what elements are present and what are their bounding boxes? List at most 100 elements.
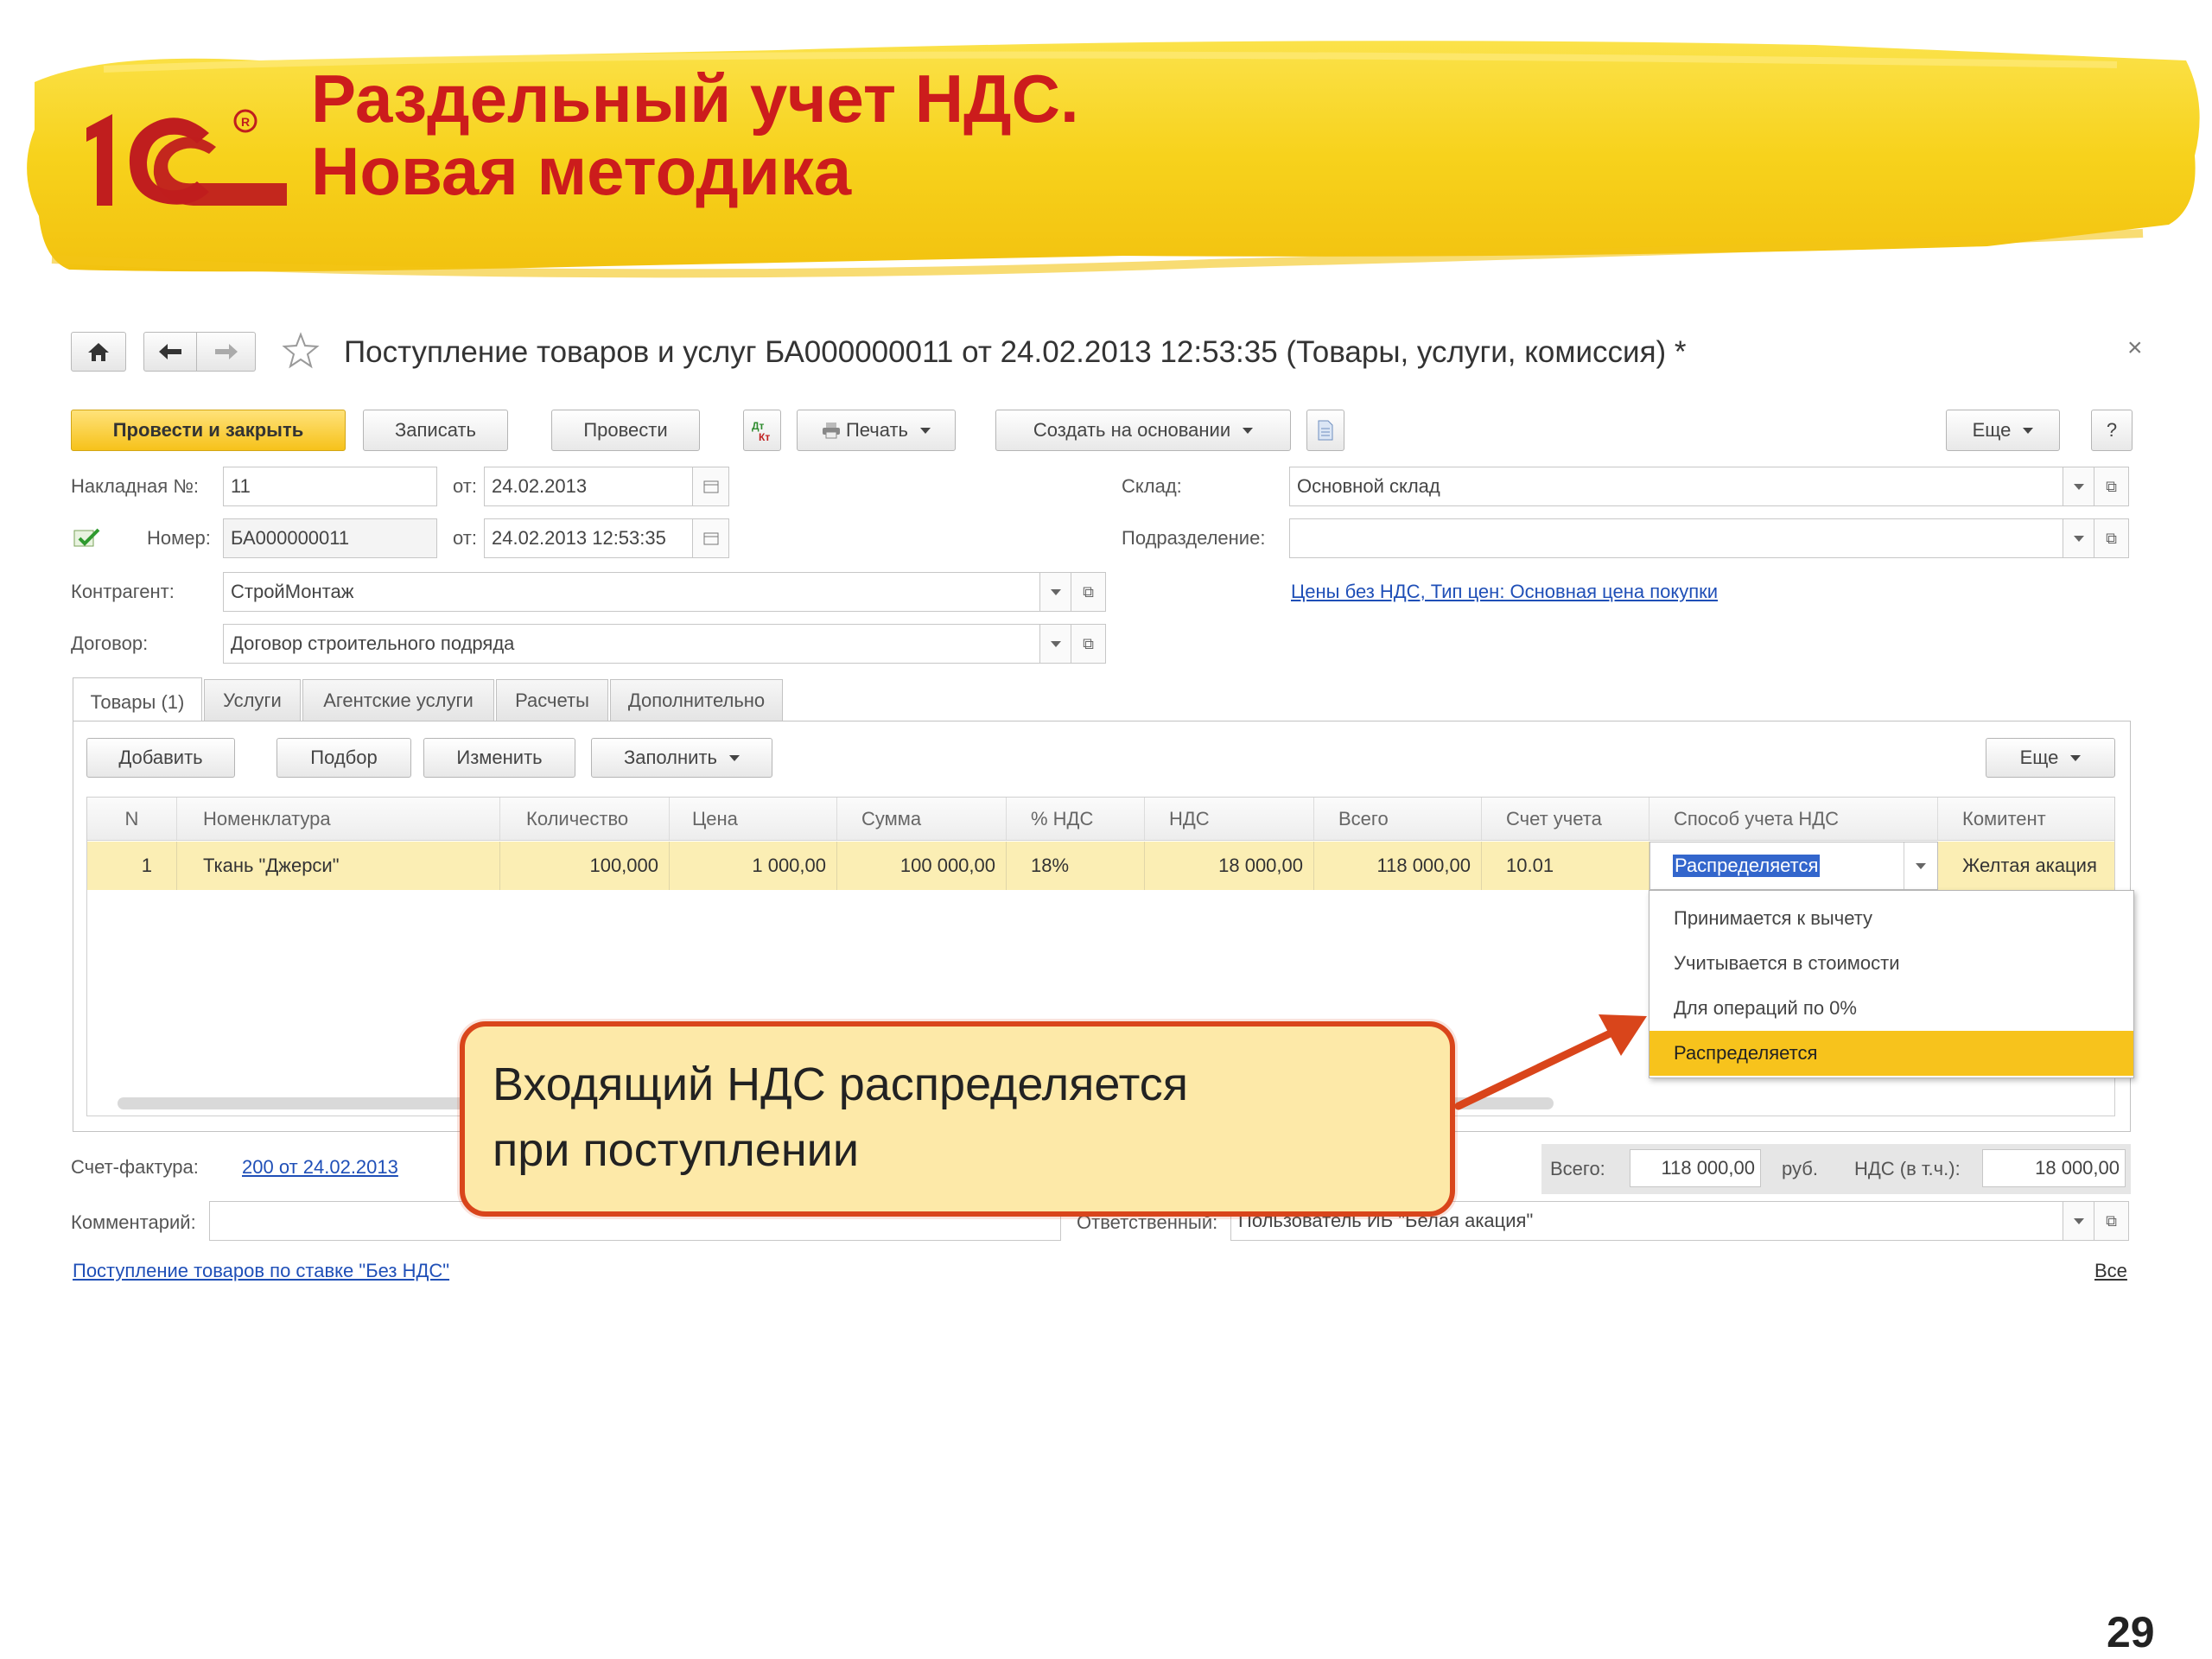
chevron-down-icon (729, 754, 740, 761)
cell-quantity[interactable]: 100,000 (500, 842, 670, 890)
column-header-vat-rate[interactable]: % НДС (1007, 798, 1145, 840)
slide-title-line1: Раздельный учет НДС. (311, 60, 1079, 137)
contract-field[interactable]: Договор строительного подряда (223, 624, 1040, 664)
total-value: 118 000,00 (1630, 1149, 1761, 1187)
page-number: 29 (2107, 1608, 2155, 1656)
column-header-account[interactable]: Счет учета (1482, 798, 1649, 840)
number-date-field[interactable]: 24.02.2013 12:53:35 (484, 518, 693, 558)
calendar-button[interactable] (693, 518, 729, 558)
calendar-icon (703, 532, 718, 545)
tab-additional[interactable]: Дополнительно (610, 679, 783, 721)
option-in-cost[interactable]: Учитывается в стоимости (1649, 941, 2133, 986)
cell-vat[interactable]: 18 000,00 (1145, 842, 1314, 890)
cell-total[interactable]: 118 000,00 (1314, 842, 1482, 890)
cell-nomenclature[interactable]: Ткань "Джерси" (177, 842, 500, 890)
contract-dropdown[interactable] (1040, 624, 1071, 664)
column-header-vat[interactable]: НДС (1145, 798, 1314, 840)
vat-method-dropdown-list: Принимается к вычету Учитывается в стоим… (1649, 890, 2134, 1078)
vat-method-dropdown-button[interactable] (1904, 842, 1937, 889)
vat-total-label: НДС (в т.ч.): (1854, 1158, 1961, 1179)
division-open[interactable]: ⧉ (2094, 518, 2129, 558)
forward-button[interactable] (197, 332, 256, 372)
more-button[interactable]: Еще (1946, 410, 2060, 451)
help-button[interactable]: ? (2091, 410, 2133, 451)
division-field[interactable] (1289, 518, 2063, 558)
warehouse-label: Склад: (1122, 475, 1182, 497)
no-vat-receipt-link[interactable]: Поступление товаров по ставке "Без НДС" (73, 1260, 449, 1282)
cell-committent[interactable]: Желтая акация (1938, 842, 2114, 890)
close-button[interactable]: × (2127, 334, 2143, 363)
tab-services[interactable]: Услуги (204, 679, 301, 721)
cell-vat-rate[interactable]: 18% (1007, 842, 1145, 890)
chevron-down-icon (2073, 535, 2084, 542)
option-distributed[interactable]: Распределяется (1649, 1031, 2133, 1076)
invoice-label: Счет-фактура: (71, 1156, 199, 1178)
more-label: Еще (1972, 419, 2012, 441)
column-header-n[interactable]: N (87, 798, 177, 840)
table-row[interactable]: 1 Ткань "Джерси" 100,000 1 000,00 100 00… (87, 842, 2114, 890)
table-more-button[interactable]: Еще (1986, 738, 2115, 778)
contract-label: Договор: (71, 632, 149, 654)
back-button[interactable] (143, 332, 197, 372)
chevron-down-icon (2023, 427, 2034, 434)
post-button[interactable]: Провести (551, 410, 700, 451)
create-based-on-button[interactable]: Создать на основании (995, 410, 1291, 451)
save-button[interactable]: Записать (363, 410, 508, 451)
vat-total-value: 18 000,00 (1982, 1149, 2126, 1187)
vat-method-selected-text[interactable]: Распределяется (1673, 855, 1821, 877)
print-button[interactable]: Печать (797, 410, 956, 451)
invoice-link[interactable]: 200 от 24.02.2013 (242, 1156, 398, 1179)
post-and-close-button[interactable]: Провести и закрыть (71, 410, 346, 451)
dt-kt-button[interactable]: Дт Кт (743, 410, 781, 451)
number-field[interactable]: БА000000011 (223, 518, 437, 558)
favorite-star-icon[interactable] (282, 332, 320, 370)
open-icon: ⧉ (2106, 529, 2117, 547)
chevron-down-icon (1050, 640, 1061, 647)
arrow-right-icon (214, 344, 238, 359)
calendar-button[interactable] (693, 467, 729, 506)
printer-icon (822, 423, 840, 439)
pick-button[interactable]: Подбор (276, 738, 411, 778)
column-header-nomenclature[interactable]: Номенклатура (177, 798, 500, 840)
counterparty-dropdown[interactable] (1040, 572, 1071, 612)
cell-sum[interactable]: 100 000,00 (837, 842, 1007, 890)
option-deductible[interactable]: Принимается к вычету (1649, 896, 2133, 941)
cell-vat-method-editor[interactable]: Распределяется (1649, 842, 1938, 890)
add-row-button[interactable]: Добавить (86, 738, 235, 778)
tab-settlements[interactable]: Расчеты (496, 679, 608, 721)
cell-n[interactable]: 1 (87, 842, 177, 890)
invoice-number-field[interactable]: 11 (223, 467, 437, 506)
column-header-vat-method[interactable]: Способ учета НДС (1649, 798, 1938, 840)
chevron-down-icon (920, 427, 931, 434)
option-zero-rate[interactable]: Для операций по 0% (1649, 986, 2133, 1031)
contract-open[interactable]: ⧉ (1071, 624, 1106, 664)
all-link[interactable]: Все (2094, 1260, 2127, 1282)
column-header-total[interactable]: Всего (1314, 798, 1482, 840)
responsible-dropdown[interactable] (2063, 1201, 2094, 1241)
prices-link[interactable]: Цены без НДС, Тип цен: Основная цена пок… (1291, 581, 1718, 603)
1c-logo-icon: R (86, 109, 287, 206)
cell-account[interactable]: 10.01 (1482, 842, 1649, 890)
change-button[interactable]: Изменить (423, 738, 575, 778)
division-dropdown[interactable] (2063, 518, 2094, 558)
home-button[interactable] (71, 332, 126, 372)
warehouse-dropdown[interactable] (2063, 467, 2094, 506)
invoice-date-field[interactable]: 24.02.2013 (484, 467, 693, 506)
responsible-open[interactable]: ⧉ (2094, 1201, 2129, 1241)
fill-button[interactable]: Заполнить (591, 738, 772, 778)
warehouse-open[interactable]: ⧉ (2094, 467, 2129, 506)
currency-label: руб. (1782, 1158, 1818, 1179)
warehouse-field[interactable]: Основной склад (1289, 467, 2063, 506)
cell-price[interactable]: 1 000,00 (670, 842, 837, 890)
counterparty-field[interactable]: СтройМонтаж (223, 572, 1040, 612)
invoice-number-label: Накладная №: (71, 475, 200, 497)
tab-agent-services[interactable]: Агентские услуги (302, 679, 494, 721)
column-header-committent[interactable]: Комитент (1938, 798, 2114, 840)
column-header-quantity[interactable]: Количество (500, 798, 670, 840)
column-header-price[interactable]: Цена (670, 798, 837, 840)
counterparty-open[interactable]: ⧉ (1071, 572, 1106, 612)
document-title: Поступление товаров и услуг БА000000011 … (344, 335, 1687, 369)
column-header-sum[interactable]: Сумма (837, 798, 1007, 840)
report-button[interactable] (1306, 410, 1344, 451)
tab-goods[interactable]: Товары (1) (73, 677, 202, 726)
